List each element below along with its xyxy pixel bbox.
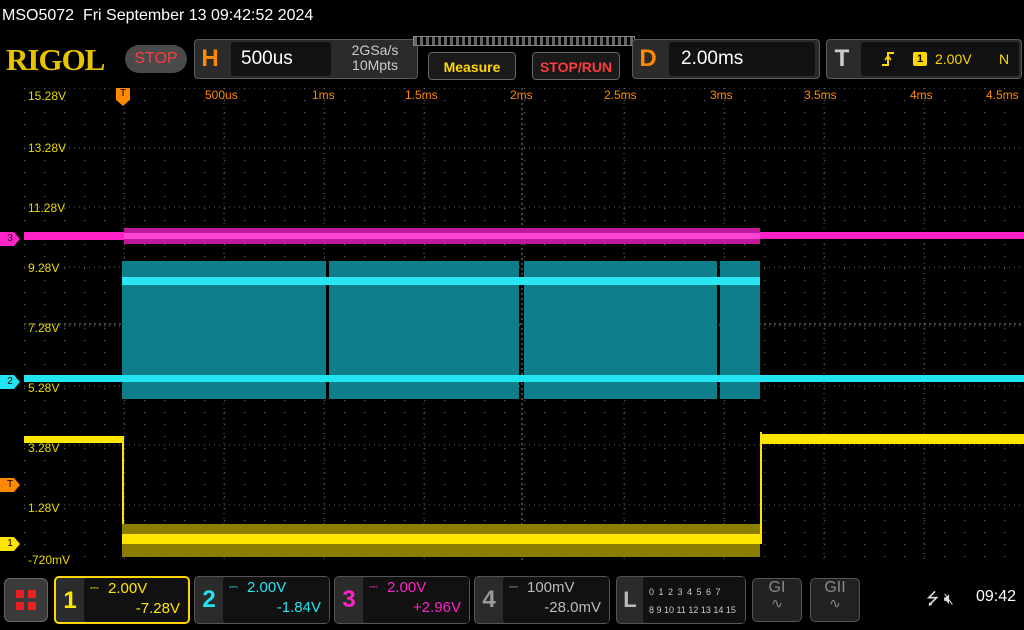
y-label: 5.28V bbox=[28, 381, 60, 395]
sample-rate: 2GSa/s bbox=[351, 42, 399, 58]
trigger-level: 2.00V bbox=[935, 51, 972, 67]
ch2-offset: -1.84V bbox=[276, 599, 321, 616]
logic-label: L bbox=[623, 587, 637, 612]
ch3-panel[interactable]: 3 ⎓ 2.00V +2.96V bbox=[334, 576, 470, 624]
y-label: 3.28V bbox=[28, 441, 60, 455]
title-bar: MSO5072 Fri September 13 09:42:52 2024 bbox=[0, 0, 1024, 32]
status-icons: ⭍ 🔇︎ bbox=[926, 588, 954, 615]
trigger-settings: 1 2.00V N bbox=[861, 42, 1019, 76]
generator-2-button[interactable]: GII ∿ bbox=[810, 578, 860, 622]
ch4-number: 4 bbox=[482, 586, 496, 613]
stop-run-button[interactable]: STOP/RUN bbox=[532, 52, 620, 80]
delay-panel[interactable]: D 2.00ms bbox=[632, 39, 820, 79]
ch1-scale: 2.00V bbox=[108, 580, 148, 597]
y-label: 1.28V bbox=[28, 501, 60, 515]
sine-wave-icon: ∿ bbox=[771, 595, 783, 611]
x-label: 1.5ms bbox=[405, 88, 438, 102]
trigger-level-marker[interactable]: T bbox=[0, 478, 20, 492]
ch4-panel[interactable]: 4 ⎓ 100mV -28.0mV bbox=[474, 576, 610, 624]
rigol-logo: RIGOL bbox=[6, 42, 105, 77]
x-label: 500us bbox=[205, 88, 238, 102]
ch2-panel[interactable]: 2 ⎓ 2.00V -1.84V bbox=[194, 576, 330, 624]
y-label: 9.28V bbox=[28, 261, 60, 275]
trigger-panel[interactable]: T 1 2.00V N bbox=[826, 39, 1022, 79]
horizontal-letter: H bbox=[201, 45, 219, 72]
trigger-mode: N bbox=[999, 51, 1010, 67]
ch1-offset: -7.28V bbox=[135, 600, 180, 617]
ch1-panel[interactable]: 1 ⎓ 2.00V -7.28V bbox=[54, 576, 190, 624]
ch1-offset-marker[interactable]: 1 bbox=[0, 537, 20, 551]
dc-coupling-icon: ⎓ bbox=[509, 581, 518, 593]
top-control-bar: RIGOL STOP H 500us 2GSa/s 10Mpts Measure… bbox=[0, 36, 1024, 84]
rising-edge-icon bbox=[881, 50, 895, 68]
delay-value: 2.00ms bbox=[669, 42, 815, 76]
y-label: -720mV bbox=[28, 553, 71, 567]
ch2-offset-marker[interactable]: 2 bbox=[0, 375, 20, 389]
y-label: 11.28V bbox=[28, 201, 66, 215]
generator-1-label: GI bbox=[768, 579, 786, 596]
ch4-scale: 100mV bbox=[527, 579, 575, 596]
sine-wave-icon: ∿ bbox=[829, 595, 841, 611]
y-label: 7.28V bbox=[28, 321, 60, 335]
delay-letter: D bbox=[639, 45, 657, 72]
logic-channels-low: 0 1 2 3 4 5 6 7 bbox=[649, 587, 722, 597]
x-label: 2.5ms bbox=[604, 88, 637, 102]
dc-coupling-icon: ⎓ bbox=[90, 582, 99, 594]
x-label: 4ms bbox=[910, 88, 933, 102]
menu-button[interactable] bbox=[4, 578, 48, 622]
run-state-indicator[interactable]: STOP bbox=[125, 45, 187, 73]
trigger-source: 1 bbox=[913, 52, 927, 66]
dc-coupling-icon: ⎓ bbox=[229, 581, 238, 593]
clock: 09:42 bbox=[976, 588, 1017, 605]
logic-channels-high: 8 9 10 11 12 13 14 15 bbox=[649, 605, 736, 615]
horizontal-panel[interactable]: H 500us 2GSa/s 10Mpts bbox=[194, 39, 418, 79]
ch1-number: 1 bbox=[63, 587, 77, 614]
bottom-bar: 1 ⎓ 2.00V -7.28V 2 ⎓ 2.00V -1.84V 3 ⎓ 2.… bbox=[0, 574, 1024, 630]
x-label: 4.5ms bbox=[986, 88, 1019, 102]
waveform-display[interactable] bbox=[24, 88, 1024, 562]
acquisition-info: 2GSa/s 10Mpts bbox=[335, 43, 415, 73]
ch4-offset: -28.0mV bbox=[544, 599, 601, 616]
trigger-position-indicator bbox=[413, 36, 635, 46]
ch2-number: 2 bbox=[202, 586, 216, 613]
x-label: 3ms bbox=[710, 88, 733, 102]
usb-icon[interactable]: ⭍ bbox=[926, 591, 939, 608]
ch3-offset-marker[interactable]: 3 bbox=[0, 232, 20, 246]
trigger-letter: T bbox=[834, 45, 850, 72]
measure-button[interactable]: Measure bbox=[428, 52, 516, 80]
y-label: 13.28V bbox=[28, 141, 67, 155]
memory-depth: 10Mpts bbox=[352, 57, 398, 73]
ch3-scale: 2.00V bbox=[387, 579, 427, 596]
generator-2-label: GII bbox=[824, 579, 846, 596]
x-label: 2ms bbox=[510, 88, 533, 102]
ch3-number: 3 bbox=[342, 586, 356, 613]
date-time: Fri September 13 09:42:52 2024 bbox=[82, 7, 314, 24]
waveform-canvas bbox=[24, 88, 1024, 562]
y-label: 15.28V bbox=[28, 89, 67, 103]
ch3-offset: +2.96V bbox=[413, 599, 461, 616]
speaker-muted-icon[interactable]: 🔇︎ bbox=[944, 591, 954, 608]
ch2-scale: 2.00V bbox=[247, 579, 287, 596]
x-label: 1ms bbox=[312, 88, 335, 102]
timebase-value: 500us bbox=[231, 42, 331, 76]
logic-analyzer-panel[interactable]: L 0 1 2 3 4 5 6 7 8 9 10 11 12 13 14 15 bbox=[616, 576, 746, 624]
device-model: MSO5072 bbox=[2, 7, 75, 24]
dc-coupling-icon: ⎓ bbox=[369, 581, 378, 593]
x-label: 3.5ms bbox=[804, 88, 837, 102]
generator-1-button[interactable]: GI ∿ bbox=[752, 578, 802, 622]
